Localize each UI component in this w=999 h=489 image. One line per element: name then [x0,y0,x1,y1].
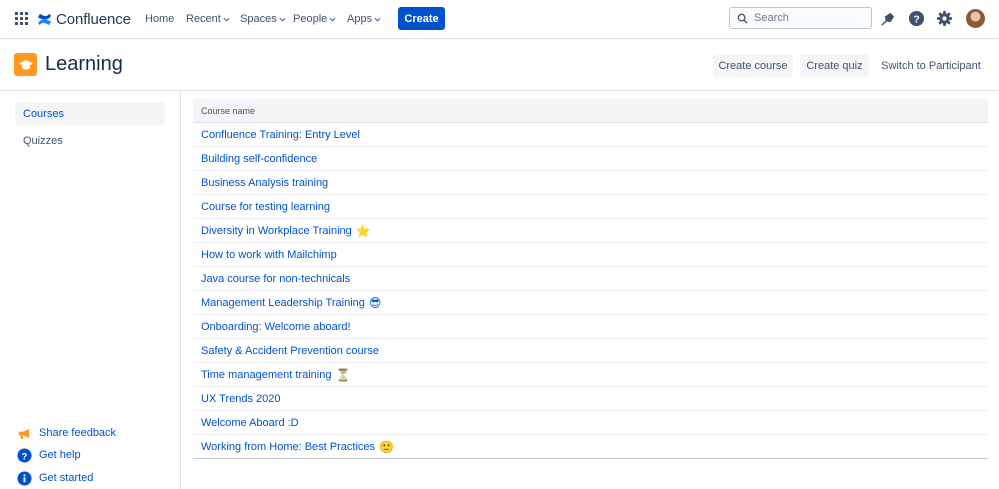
table-row[interactable]: Building self-confidence [193,147,988,171]
emoji-icon: ⭐ [355,223,371,238]
create-button[interactable]: Create [398,7,445,30]
table-row[interactable]: Diversity in Workplace Training ⭐ [193,219,988,243]
get-help-label: Get help [39,449,81,461]
table-row[interactable]: Confluence Training: Entry Level [193,123,988,147]
page-title: Learning [45,53,123,75]
svg-text:?: ? [913,14,919,25]
course-link[interactable]: Diversity in Workplace Training [201,225,352,237]
course-link[interactable]: Java course for non-technicals [201,273,350,285]
get-started-link[interactable]: Get started [17,470,93,486]
course-link[interactable]: Time management training [201,369,331,381]
get-started-label: Get started [39,472,94,484]
nav-apps[interactable]: Apps [347,12,381,26]
table-header: Course name [193,99,988,123]
table-row[interactable]: Course for testing learning [193,195,988,219]
nav-recent-label: Recent [186,13,221,25]
nav-home-label: Home [145,13,175,25]
search-input[interactable]: Search [729,7,872,29]
search-icon [737,13,748,24]
chevron-down-icon [279,17,286,22]
course-link[interactable]: Business Analysis training [201,177,328,189]
table-row[interactable]: Welcome Aboard :D [193,411,988,435]
megaphone-icon [17,426,32,441]
chevron-down-icon [374,17,381,22]
table-row[interactable]: Time management training ⏳ [193,363,988,387]
course-link[interactable]: Safety & Accident Prevention course [201,345,379,357]
share-feedback-label: Share feedback [39,427,117,439]
emoji-icon: ⏳ [335,367,351,382]
course-link[interactable]: Confluence Training: Entry Level [201,129,360,141]
avatar[interactable] [966,9,985,28]
brand-name: Confluence [56,10,131,28]
chevron-down-icon [223,17,230,22]
column-header-course-name[interactable]: Course name [201,106,255,116]
course-link[interactable]: Management Leadership Training [201,297,365,309]
emoji-icon: 😎 [368,295,382,310]
course-link[interactable]: Onboarding: Welcome aboard! [201,321,351,333]
create-quiz-button[interactable]: Create quiz [800,54,869,77]
course-link[interactable]: Working from Home: Best Practices [201,441,375,453]
info-circle-icon [17,470,32,486]
settings-icon[interactable] [936,10,953,27]
confluence-logo-icon [37,13,52,25]
table-row[interactable]: Management Leadership Training 😎 [193,291,988,315]
table-row[interactable]: Safety & Accident Prevention course [193,339,988,363]
table-row[interactable]: UX Trends 2020 [193,387,988,411]
course-link[interactable]: Welcome Aboard :D [201,417,299,429]
table-row[interactable]: Business Analysis training [193,171,988,195]
courses-table: Course name Confluence Training: Entry L… [193,99,988,459]
search-placeholder: Search [754,12,789,24]
switch-to-participant-button[interactable]: Switch to Participant [876,54,986,77]
notifications-icon[interactable] [880,10,897,27]
confluence-logo[interactable]: Confluence [37,10,131,28]
table-row[interactable]: How to work with Mailchimp [193,243,988,267]
course-link[interactable]: UX Trends 2020 [201,393,281,405]
course-link[interactable]: Building self-confidence [201,153,317,165]
learning-icon [14,53,37,76]
course-link[interactable]: Course for testing learning [201,201,330,213]
emoji-icon: 🙂 [379,439,394,454]
graduation-cap-icon [18,59,33,69]
nav-recent[interactable]: Recent [186,12,230,26]
table-row[interactable]: Onboarding: Welcome aboard! [193,315,988,339]
sidebar-item-quizzes[interactable]: Quizzes [15,129,165,152]
nav-spaces-label: Spaces [240,13,277,25]
sidebar-item-label: Courses [23,107,64,120]
top-navigation: Confluence Home Recent Spaces People App… [0,0,999,39]
help-circle-icon: ? [17,447,32,463]
help-icon[interactable]: ? [908,10,925,27]
sidebar: Courses Quizzes Share feedback ? Get hel… [0,91,181,489]
apps-grid-icon[interactable] [15,12,28,25]
nav-people[interactable]: People [293,12,336,26]
nav-spaces[interactable]: Spaces [240,12,286,26]
course-link[interactable]: How to work with Mailchimp [201,249,337,261]
table-row[interactable]: Java course for non-technicals [193,267,988,291]
svg-text:?: ? [22,451,28,461]
table-row[interactable]: Working from Home: Best Practices 🙂 [193,435,988,459]
table-body: Confluence Training: Entry Level Building… [193,123,988,459]
create-course-button[interactable]: Create course [713,54,793,77]
nav-home[interactable]: Home [145,12,174,26]
chevron-down-icon [329,17,336,22]
get-help-link[interactable]: ? Get help [17,447,81,463]
sidebar-item-label: Quizzes [23,134,63,147]
nav-apps-label: Apps [347,13,373,25]
share-feedback-link[interactable]: Share feedback [17,425,116,441]
nav-people-label: People [293,13,328,25]
sidebar-item-courses[interactable]: Courses [15,102,165,125]
